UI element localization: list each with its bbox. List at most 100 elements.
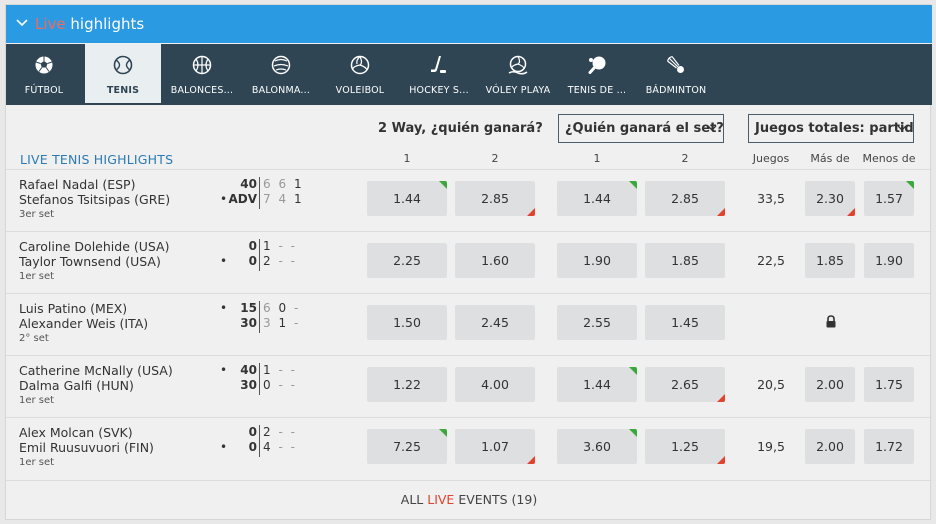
table-tennis-icon [588,56,606,74]
tab-badminton[interactable]: BÁDMINTON [638,44,714,105]
all-live-events-link[interactable]: ALL LIVE EVENTS (19) [6,480,932,520]
widget-header[interactable]: Live highlights [6,5,932,43]
player-2-name: Emil Ruusuvuori (FIN) [19,440,154,455]
tab-voleibol[interactable]: VOLEIBOL [322,44,398,105]
odds-value: 1.44 [583,377,611,392]
odds-value: 7.25 [393,439,421,454]
tab-voley-playa[interactable]: VÓLEY PLAYA [480,44,556,105]
total-games-line: 20,5 [757,377,785,392]
player-1-name: Caroline Dolehide (USA) [19,239,170,254]
odds-button[interactable]: 2.85 [455,181,535,216]
set-score: 4 [263,440,273,454]
dropdown-value: Juegos totales: partid [755,121,914,136]
tab-label: BALONMA... [251,85,311,96]
odds-button[interactable]: 1.90 [557,243,637,278]
odds-down-marker [717,456,725,464]
match-row[interactable]: Catherine McNally (USA) Dalma Galfi (HUN)… [6,355,932,417]
player-1-sets: 2 - - [263,425,297,439]
odds-button[interactable]: 2.85 [645,181,725,216]
chevron-down-icon[interactable] [15,16,29,30]
set-score: - [278,363,285,377]
set-score: 6 [263,301,273,315]
match-row[interactable]: Alex Molcan (SVK) Emil Ruusuvuori (FIN) 1e… [6,417,932,479]
total-games-dropdown[interactable]: Juegos totales: partid [748,114,914,143]
odds-button[interactable]: 2.25 [367,243,447,278]
sports-nav: FÚTBOL TENIS BALONCES... BALONMA... VOLE… [6,44,932,105]
odds-button[interactable]: 1.44 [557,181,637,216]
player-1-sets: 1 - - [263,363,297,377]
odds-value: 2.00 [816,377,844,392]
player-2-points: ADV [228,192,257,206]
odds-button[interactable]: 7.25 [367,429,447,464]
odds-button-under[interactable]: 1.57 [864,181,914,216]
odds-value: 2.30 [816,191,844,206]
player-1-name: Catherine McNally (USA) [19,363,173,378]
odds-button[interactable]: 1.22 [367,367,447,402]
set-score: - [293,301,301,315]
odds-up-marker [629,181,637,189]
tab-futbol[interactable]: FÚTBOL [6,44,82,105]
player-1-points: 40 [240,363,257,377]
odds-button-over[interactable]: 2.00 [805,429,855,464]
odds-button[interactable]: 3.60 [557,429,637,464]
odds-button[interactable]: 1.45 [645,305,725,340]
tab-hockey[interactable]: HOCKEY S... [401,44,477,105]
odds-button[interactable]: 1.50 [367,305,447,340]
col-header-set-1: 1 [593,152,601,165]
match-row[interactable]: Caroline Dolehide (USA) Taylor Townsend (… [6,231,932,293]
beach-volleyball-icon [508,55,528,75]
footer-live: LIVE [427,492,455,507]
odds-button-over[interactable]: 2.30 [805,181,855,216]
odds-button-over[interactable]: 1.85 [805,243,855,278]
set-score: 3 [263,316,273,330]
odds-button-over[interactable]: 2.00 [805,367,855,402]
set-score: - [290,239,297,253]
match-row[interactable]: Luis Patino (MEX) Alexander Weis (ITA) 2° … [6,293,932,355]
set-score: 1 [263,363,273,377]
player-2-sets: 2 - - [263,254,297,268]
odds-button[interactable]: 1.85 [645,243,725,278]
section-title: LIVE TENIS HIGHLIGHTS [20,152,174,167]
live-word: Live [35,15,66,33]
total-games-line: 33,5 [757,191,785,206]
match-period: 1er set [19,271,55,282]
tab-label: HOCKEY S... [409,85,469,96]
odds-button[interactable]: 1.44 [557,367,637,402]
match-row[interactable]: Rafael Nadal (ESP) Stefanos Tsitsipas (GR… [6,169,932,231]
player-1-points: 40 [240,177,257,191]
tab-balonmano[interactable]: BALONMA... [243,44,319,105]
set-score: - [278,254,285,268]
odds-value: 3.60 [583,439,611,454]
odds-button[interactable]: 1.44 [367,181,447,216]
odds-button-under[interactable]: 1.75 [864,367,914,402]
tab-label: BALONCES... [170,85,234,96]
odds-button[interactable]: 1.25 [645,429,725,464]
score-divider [259,425,260,457]
total-games-line: 19,5 [757,439,785,454]
odds-button[interactable]: 2.65 [645,367,725,402]
tab-tenis[interactable]: TENIS [85,44,161,105]
odds-down-marker [847,208,855,216]
player-2-points: 0 [248,254,257,268]
tab-tenis-de-mesa[interactable]: TENIS DE ... [559,44,635,105]
tab-baloncesto[interactable]: BALONCES... [164,44,240,105]
set-score: 1 [263,239,273,253]
set-winner-dropdown[interactable]: ¿Quién ganará el set? [558,114,724,143]
odds-button[interactable]: 1.60 [455,243,535,278]
odds-value: 1.75 [875,377,903,392]
odds-button-under[interactable]: 1.72 [864,429,914,464]
odds-button-under[interactable]: 1.90 [864,243,914,278]
odds-value: 1.85 [816,253,844,268]
set-score: 2 [263,425,273,439]
odds-value: 1.72 [875,439,903,454]
odds-button[interactable]: 4.00 [455,367,535,402]
set-score: 1 [278,316,289,330]
set-score: - [290,363,297,377]
odds-button[interactable]: 2.55 [557,305,637,340]
odds-button[interactable]: 2.45 [455,305,535,340]
odds-button[interactable]: 1.07 [455,429,535,464]
lock-icon [826,315,836,328]
basketball-icon [192,55,212,75]
set-score: 2 [263,254,273,268]
odds-up-marker [629,429,637,437]
